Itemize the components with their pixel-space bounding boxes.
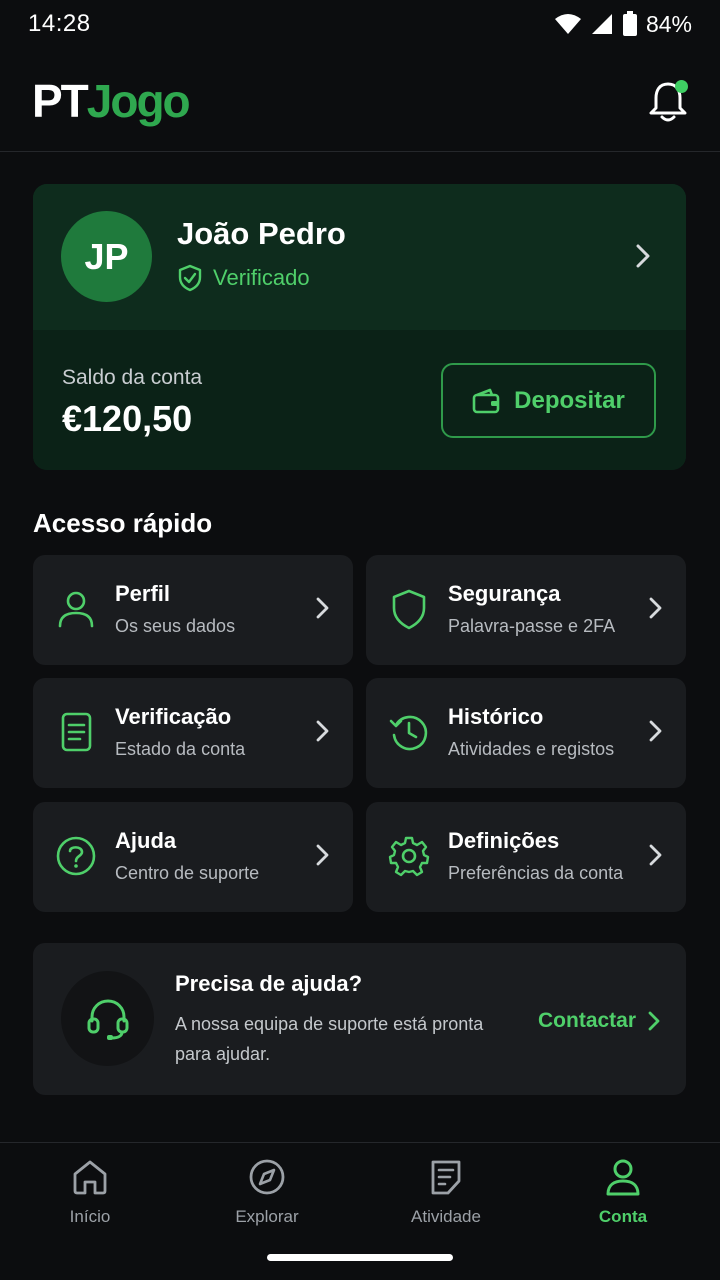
quick-tile-settings[interactable]: Definições Preferências da conta bbox=[366, 802, 686, 912]
quick-tile-history[interactable]: Histórico Atividades e registos bbox=[366, 678, 686, 788]
deposit-button[interactable]: Depositar bbox=[441, 363, 656, 438]
user-icon bbox=[58, 591, 94, 628]
headset-icon bbox=[87, 998, 128, 1040]
chevron-right-icon bbox=[316, 844, 329, 866]
notification-dot bbox=[675, 80, 688, 93]
signal-icon bbox=[591, 14, 612, 34]
chevron-right-icon bbox=[316, 720, 329, 742]
nav-item-home[interactable]: Início bbox=[25, 1157, 155, 1247]
help-icon bbox=[56, 836, 96, 876]
support-text: A nossa equipa de suporte está pronta pa… bbox=[175, 1014, 484, 1064]
shield-check-icon bbox=[178, 264, 202, 292]
balance-label: Saldo da conta bbox=[62, 366, 203, 389]
chevron-right-icon bbox=[649, 720, 662, 742]
chevron-right-icon bbox=[649, 844, 662, 866]
chevron-right-icon bbox=[648, 1011, 660, 1031]
status-icons: 84% bbox=[554, 11, 692, 38]
tile-title: Ajuda bbox=[115, 828, 177, 853]
quick-access-title: Acesso rápido bbox=[33, 508, 213, 538]
shield-icon bbox=[392, 589, 426, 630]
wifi-icon bbox=[554, 14, 581, 34]
document-icon bbox=[61, 712, 92, 752]
verified-badge: Verificado bbox=[177, 264, 310, 292]
tile-subtitle: Palavra-passe e 2FA bbox=[448, 616, 616, 636]
home-indicator[interactable] bbox=[267, 1254, 453, 1261]
profile-card: JP João Pedro Verificado Saldo da conta … bbox=[33, 184, 686, 470]
logo-jogo: Jogo bbox=[86, 75, 191, 127]
status-time: 14:28 bbox=[28, 10, 91, 37]
user-name: João Pedro bbox=[177, 216, 346, 251]
tile-subtitle: Preferências da conta bbox=[448, 863, 624, 883]
tile-subtitle: Centro de suporte bbox=[115, 863, 260, 883]
activity-icon bbox=[431, 1160, 461, 1195]
quick-tile-help[interactable]: Ajuda Centro de suporte bbox=[33, 802, 353, 912]
tile-title: Verificação bbox=[115, 704, 232, 729]
deposit-label: Depositar bbox=[514, 386, 625, 414]
tile-subtitle: Estado da conta bbox=[115, 739, 246, 759]
logo-pt: PT bbox=[32, 75, 89, 127]
chevron-right-icon bbox=[649, 597, 662, 619]
tile-subtitle: Atividades e registos bbox=[448, 739, 615, 759]
history-icon bbox=[389, 715, 428, 751]
chevron-right-icon bbox=[636, 244, 650, 268]
nav-label: Início bbox=[69, 1207, 111, 1226]
battery-icon bbox=[622, 11, 637, 36]
home-icon bbox=[73, 1160, 107, 1195]
chevron-right-icon bbox=[316, 597, 329, 619]
nav-item-account[interactable]: Conta bbox=[558, 1157, 688, 1247]
quick-tile-verification[interactable]: Verificação Estado da conta bbox=[33, 678, 353, 788]
support-card: Precisa de ajuda? A nossa equipa de supo… bbox=[33, 943, 686, 1095]
profile-summary[interactable]: JP João Pedro Verificado bbox=[33, 184, 686, 330]
support-icon-wrap bbox=[61, 971, 154, 1066]
contact-button[interactable]: Contactar bbox=[538, 1009, 660, 1033]
battery-level: 84% bbox=[645, 10, 692, 37]
support-title: Precisa de ajuda? bbox=[175, 971, 363, 996]
verified-label: Verificado bbox=[213, 265, 310, 290]
wallet-icon bbox=[472, 388, 500, 413]
nav-item-activity[interactable]: Atividade bbox=[381, 1157, 511, 1247]
app-header: PTJogo bbox=[0, 56, 720, 152]
notifications-button[interactable] bbox=[646, 78, 690, 124]
tile-title: Perfil bbox=[115, 581, 171, 606]
avatar: JP bbox=[61, 211, 152, 302]
tile-title: Histórico bbox=[448, 704, 544, 729]
app-logo[interactable]: PTJogo bbox=[32, 74, 191, 128]
tile-title: Segurança bbox=[448, 581, 561, 606]
quick-tile-profile[interactable]: Perfil Os seus dados bbox=[33, 555, 353, 665]
tile-subtitle: Os seus dados bbox=[115, 616, 236, 636]
gear-icon bbox=[388, 836, 430, 877]
status-bar: 14:28 84% bbox=[0, 0, 720, 48]
quick-tile-security[interactable]: Segurança Palavra-passe e 2FA bbox=[366, 555, 686, 665]
compass-icon bbox=[249, 1159, 285, 1195]
nav-label: Explorar bbox=[235, 1207, 299, 1226]
nav-label: Atividade bbox=[411, 1207, 481, 1226]
nav-item-explore[interactable]: Explorar bbox=[202, 1157, 332, 1247]
account-icon bbox=[606, 1159, 640, 1196]
balance-value: €120,50 bbox=[62, 398, 193, 439]
nav-label: Conta bbox=[598, 1207, 648, 1226]
tile-title: Definições bbox=[448, 828, 560, 853]
contact-label: Contactar bbox=[538, 1009, 637, 1032]
